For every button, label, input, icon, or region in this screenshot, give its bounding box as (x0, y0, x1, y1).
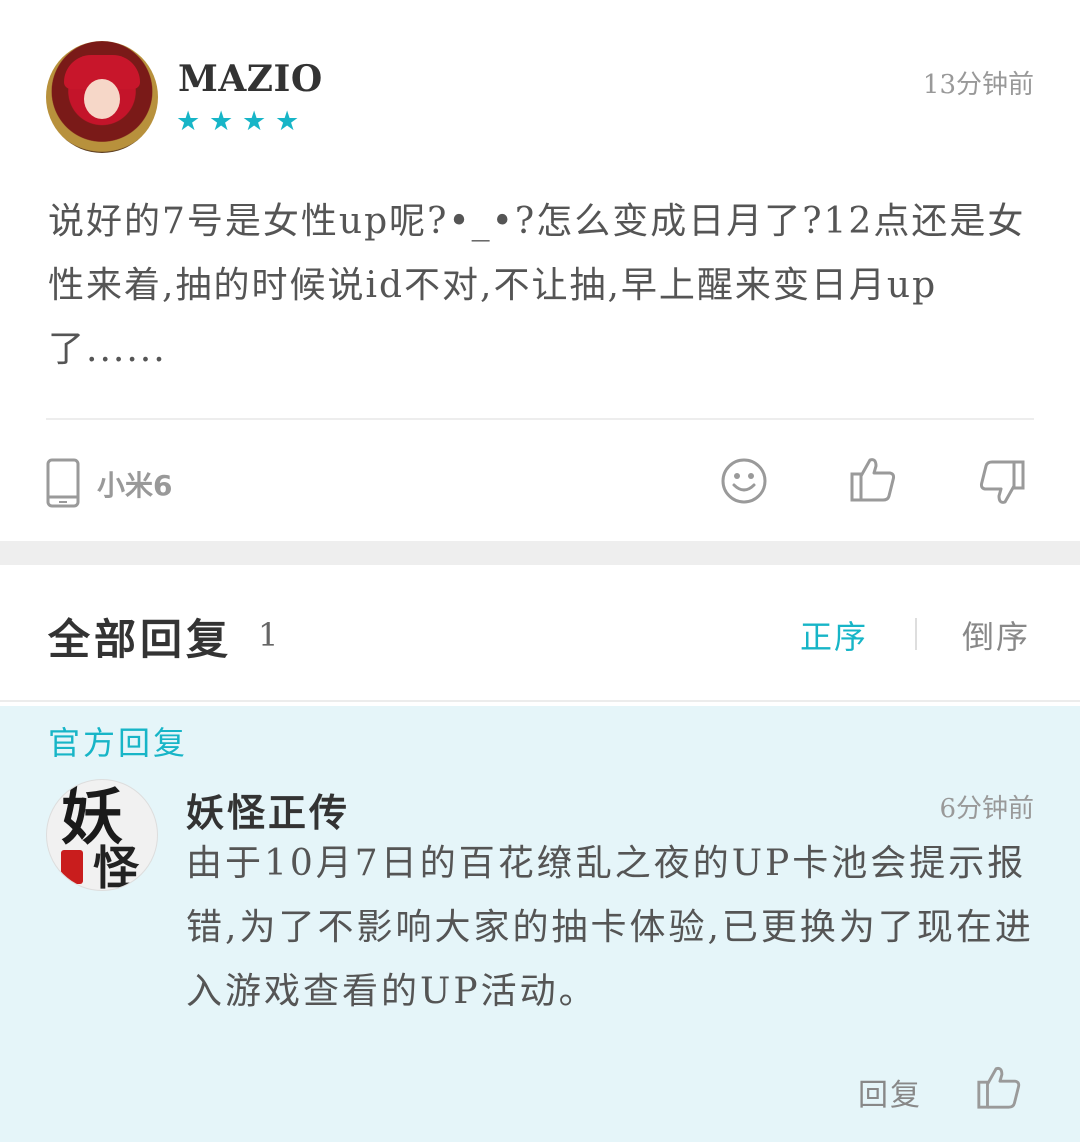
user-avatar[interactable] (46, 41, 158, 153)
reply-content: 由于10月7日的百花缭乱之夜的UP卡池会提示报错,为了不影响大家的抽卡体验,已更… (186, 843, 1034, 1012)
official-reply-label: 官方回复 (48, 724, 189, 762)
sort-ascending-button[interactable]: 正序 (800, 612, 868, 658)
star-icon: ★ (242, 106, 267, 137)
section-separator (0, 541, 1080, 565)
divider (46, 418, 1034, 420)
device-name: 小米6 (97, 469, 173, 502)
comment-time: 13分钟前 (922, 70, 1034, 100)
avatar-face (84, 79, 120, 119)
smile-icon[interactable] (720, 457, 768, 505)
replies-count: 1 (258, 616, 279, 654)
divider (0, 700, 1080, 702)
sort-descending-button[interactable]: 倒序 (962, 612, 1030, 658)
official-avatar[interactable]: 妖 怪 (46, 779, 158, 891)
thumbs-down-icon[interactable] (977, 458, 1027, 508)
reply-time: 6分钟前 (939, 794, 1034, 824)
comment-username[interactable]: MAZIO (178, 58, 323, 100)
avatar-glyph: 怪 (93, 841, 139, 891)
star-icon: ★ (176, 106, 201, 137)
thumbs-up-icon[interactable] (975, 1063, 1023, 1111)
thumbs-up-icon[interactable] (848, 454, 898, 504)
sort-separator (915, 618, 917, 650)
star-icon: ★ (275, 106, 300, 137)
official-username[interactable]: 妖怪正传 (186, 782, 350, 837)
rating-stars: ★ ★ ★ ★ (176, 108, 302, 135)
comment-content: 说好的7号是女性up呢?•_•?怎么变成日月了?12点还是女性来着,抽的时候说i… (48, 201, 1026, 370)
seal-mark (61, 850, 83, 884)
reply-button[interactable]: 回复 (858, 1070, 922, 1114)
replies-title: 全部回复 (48, 615, 233, 664)
phone-icon (46, 458, 80, 508)
star-icon: ★ (209, 106, 234, 137)
